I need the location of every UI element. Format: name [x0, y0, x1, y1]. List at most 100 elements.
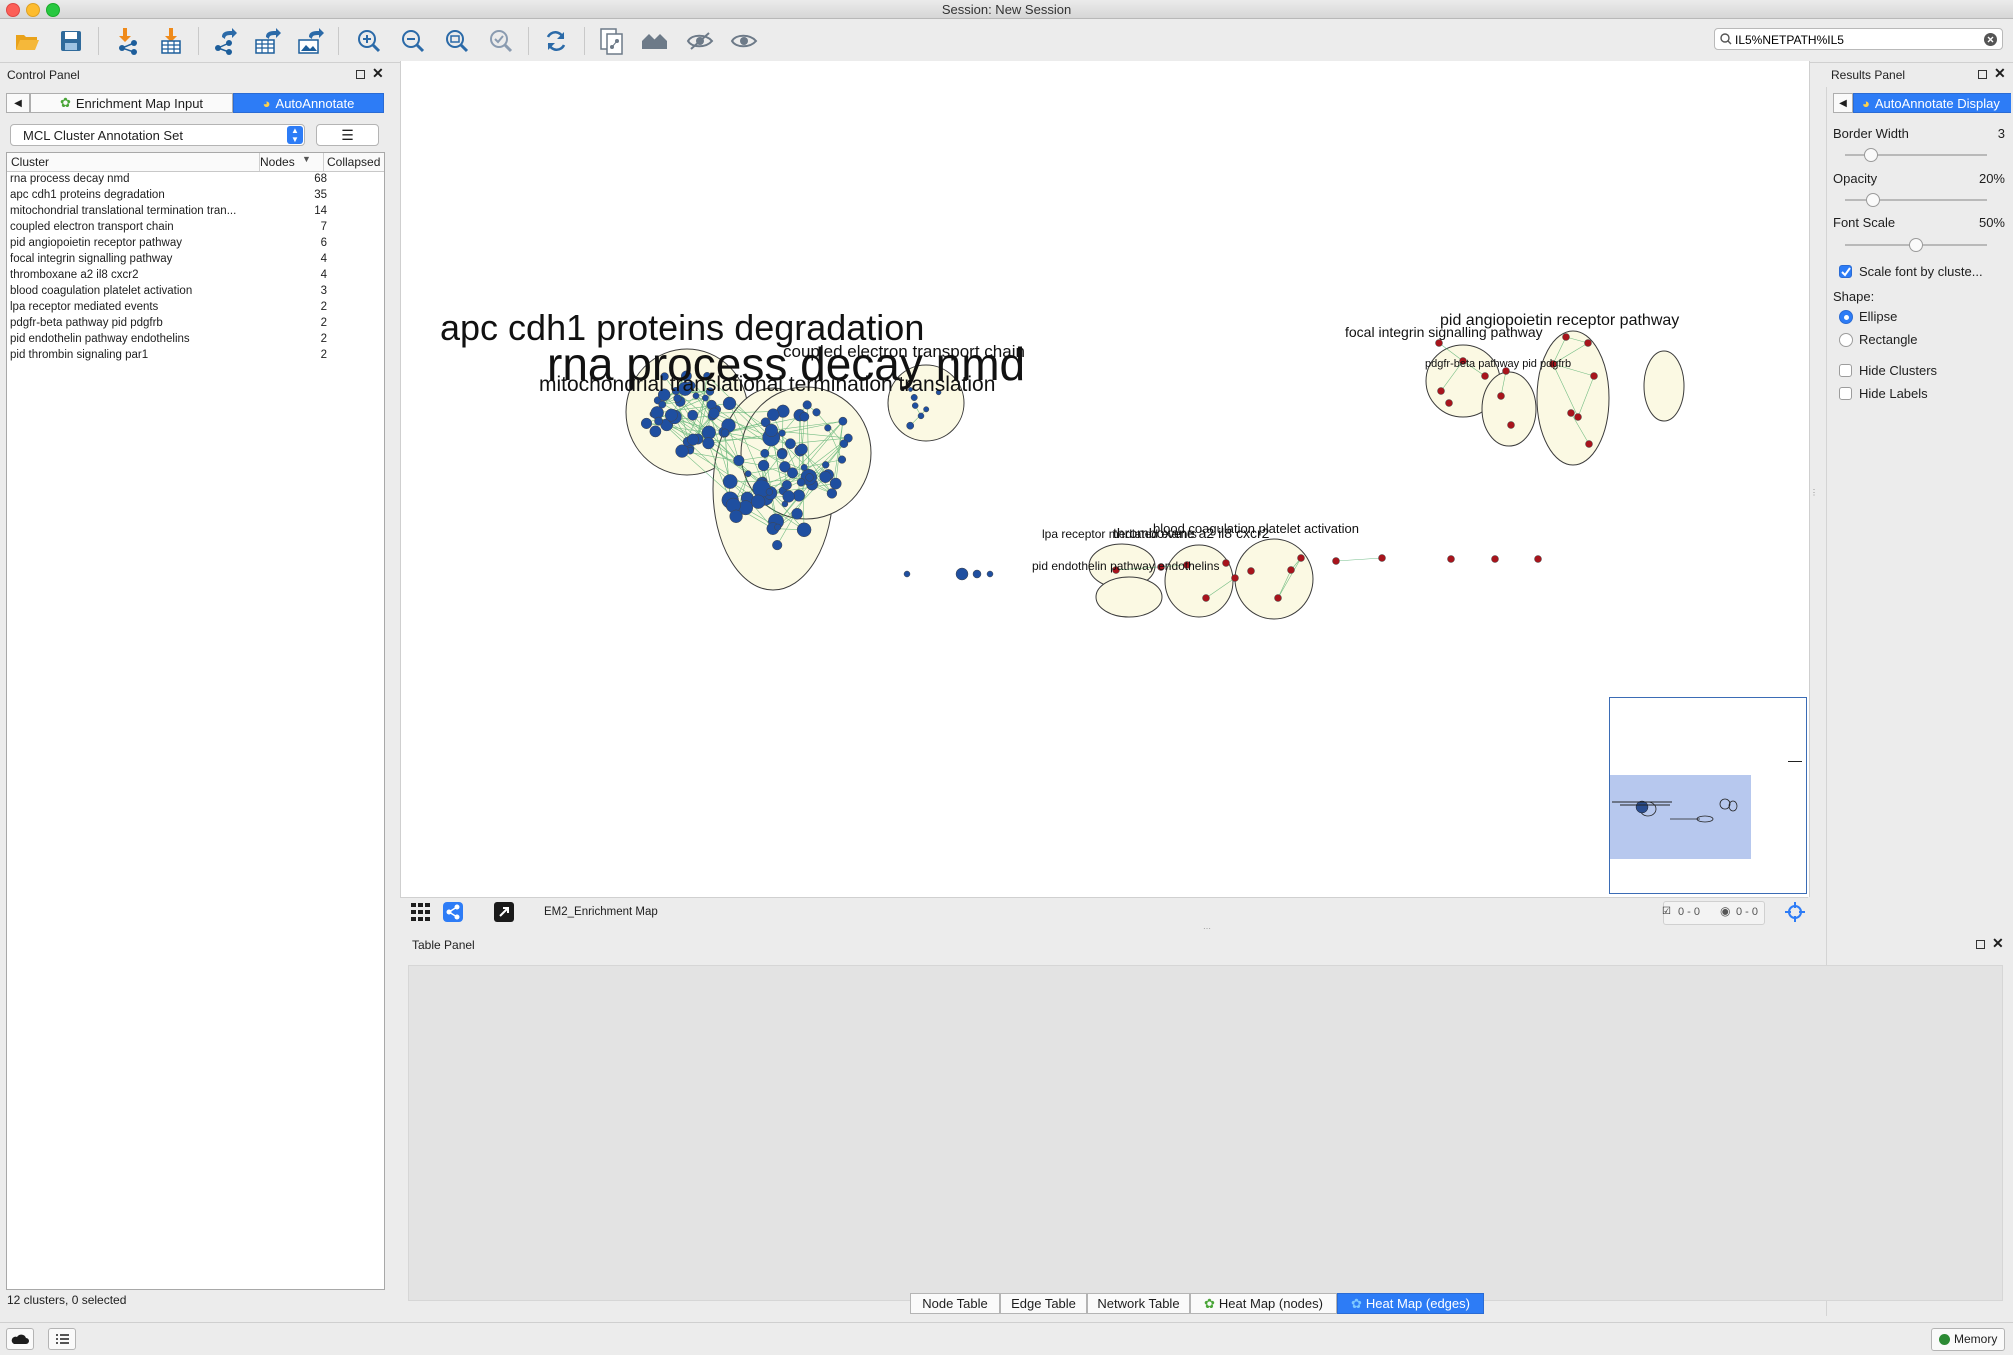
tab-heat-map-edges[interactable]: ✿Heat Map (edges) — [1337, 1293, 1484, 1314]
network-node — [783, 491, 795, 503]
hide-clusters-label: Hide Clusters — [1859, 363, 1937, 378]
import-network-button[interactable] — [112, 27, 142, 55]
zoom-out-button[interactable] — [398, 27, 428, 55]
crosshair-icon[interactable] — [1785, 902, 1805, 922]
show-all-button[interactable] — [729, 27, 759, 55]
network-node — [1575, 414, 1582, 421]
zoom-out-icon — [401, 29, 425, 53]
tab-enrichment-map-input[interactable]: ✿ Enrichment Map Input — [30, 93, 233, 113]
zoom-in-button[interactable] — [354, 27, 384, 55]
window-title: Session: New Session — [0, 2, 2013, 17]
border-width-label: Border Width — [1833, 126, 1909, 141]
shape-rectangle-radio[interactable] — [1839, 333, 1853, 347]
detach-view-button[interactable] — [494, 902, 514, 922]
annotation-set-value: MCL Cluster Annotation Set — [23, 128, 183, 143]
table-row[interactable]: pid thrombin signaling par12 — [7, 348, 384, 364]
network-view: apc cdh1 proteins degradation rna proces… — [401, 61, 1809, 897]
eye-icon — [730, 30, 758, 52]
table-row[interactable]: focal integrin signalling pathway4 — [7, 252, 384, 268]
tab-autoannotate[interactable]: ◕ AutoAnnotate — [233, 93, 384, 113]
shape-ellipse-radio[interactable] — [1839, 310, 1853, 324]
table-row[interactable]: pdgfr-beta pathway pid pdgfrb2 — [7, 316, 384, 332]
close-panel-icon[interactable]: ✕ — [372, 65, 384, 82]
hide-selected-button[interactable] — [685, 27, 715, 55]
home-button[interactable] — [640, 27, 670, 55]
eye-hide-icon: ◉ — [1720, 904, 1730, 918]
zoom-in-icon — [357, 29, 381, 53]
new-network-icon — [598, 27, 624, 55]
table-row[interactable]: apc cdh1 proteins degradation35 — [7, 188, 384, 204]
cluster-name-cell: mitochondrial translational termination … — [10, 205, 260, 217]
col-collapsed[interactable]: Collapsed — [327, 155, 380, 169]
export-image-button[interactable] — [296, 27, 326, 55]
tab-node-table[interactable]: Node Table — [910, 1293, 1000, 1314]
opacity-label: Opacity — [1833, 171, 1877, 186]
hide-clusters-checkbox[interactable] — [1839, 364, 1852, 377]
network-canvas[interactable]: apc cdh1 proteins degradation rna proces… — [400, 61, 1810, 897]
clear-search-icon[interactable] — [1984, 33, 1997, 46]
network-node — [1223, 560, 1230, 567]
cluster-shape — [1235, 539, 1313, 619]
table-row[interactable]: pid endothelin pathway endothelins2 — [7, 332, 384, 348]
grid-view-icon[interactable] — [411, 903, 431, 921]
slider-knob[interactable] — [1864, 148, 1878, 162]
cluster-name-cell: blood coagulation platelet activation — [10, 285, 260, 297]
col-cluster[interactable]: Cluster — [11, 155, 49, 169]
float-panel-icon[interactable] — [356, 70, 365, 79]
search-field[interactable] — [1714, 28, 2003, 50]
table-row[interactable]: rna process decay nmd68 — [7, 172, 384, 188]
search-icon — [1720, 33, 1732, 45]
cluster-table[interactable]: Cluster Nodes ▼ Collapsed rna process de… — [6, 152, 385, 1290]
network-node — [1248, 568, 1255, 575]
table-row[interactable]: coupled electron transport chain7 — [7, 220, 384, 236]
export-table-button[interactable] — [253, 27, 283, 55]
slider-knob[interactable] — [1866, 193, 1880, 207]
network-view-toggle[interactable] — [443, 902, 463, 922]
tab-autoannotate-display[interactable]: ◕ AutoAnnotate Display — [1853, 93, 2011, 113]
hide-labels-checkbox[interactable] — [1839, 387, 1852, 400]
table-row[interactable]: pid angiopoietin receptor pathway6 — [7, 236, 384, 252]
birds-eye-view[interactable] — [1609, 697, 1807, 894]
zoom-fit-button[interactable] — [442, 27, 472, 55]
cluster-label: mitochondrial translational termination … — [539, 373, 995, 396]
network-node — [723, 474, 737, 488]
slider-knob[interactable] — [1909, 238, 1923, 252]
close-panel-icon[interactable]: ✕ — [1992, 935, 2004, 952]
annotation-set-select[interactable]: MCL Cluster Annotation Set ▲▼ — [10, 124, 305, 146]
float-panel-icon[interactable] — [1976, 940, 1985, 949]
tab-scroll-left-button[interactable]: ◀ — [6, 93, 30, 113]
table-row[interactable]: lpa receptor mediated events2 — [7, 300, 384, 316]
col-nodes[interactable]: Nodes — [260, 155, 295, 169]
network-from-selection-button[interactable] — [596, 27, 626, 55]
close-panel-icon[interactable]: ✕ — [1994, 65, 2006, 82]
scale-font-checkbox[interactable] — [1839, 265, 1852, 278]
tab-scroll-left-button[interactable]: ◀ — [1833, 93, 1853, 113]
shape-ellipse-label: Ellipse — [1859, 309, 1897, 324]
task-list-button[interactable] — [48, 1328, 76, 1350]
cluster-shape — [1096, 577, 1162, 617]
node-count-cell: 14 — [297, 205, 327, 217]
cluster-label: pid endothelin pathway endothelins — [1032, 559, 1219, 573]
tab-heat-map-nodes[interactable]: ✿Heat Map (nodes) — [1190, 1293, 1337, 1314]
export-table-icon — [254, 27, 282, 55]
panel-divider-handle[interactable]: ⋮ — [1810, 488, 1818, 497]
network-node — [838, 456, 846, 464]
table-row[interactable]: blood coagulation platelet activation3 — [7, 284, 384, 300]
table-row[interactable]: thromboxane a2 il8 cxcr24 — [7, 268, 384, 284]
float-panel-icon[interactable] — [1978, 70, 1987, 79]
export-network-button[interactable] — [210, 27, 240, 55]
cloud-button[interactable] — [6, 1328, 34, 1350]
save-session-button[interactable] — [56, 27, 86, 55]
annotation-menu-button[interactable]: ☰ — [316, 124, 379, 146]
open-session-button[interactable] — [12, 27, 42, 55]
triangle-left-icon: ◀ — [1839, 98, 1847, 109]
search-input[interactable] — [1733, 30, 1977, 50]
tab-edge-table[interactable]: Edge Table — [1000, 1293, 1087, 1314]
import-table-button[interactable] — [156, 27, 186, 55]
memory-button[interactable]: Memory — [1931, 1328, 2005, 1351]
zoom-selected-button[interactable] — [486, 27, 516, 55]
tab-network-table[interactable]: Network Table — [1087, 1293, 1190, 1314]
refresh-button[interactable] — [541, 27, 571, 55]
panel-divider-handle[interactable]: ⋯ — [1203, 924, 1211, 933]
table-row[interactable]: mitochondrial translational termination … — [7, 204, 384, 220]
